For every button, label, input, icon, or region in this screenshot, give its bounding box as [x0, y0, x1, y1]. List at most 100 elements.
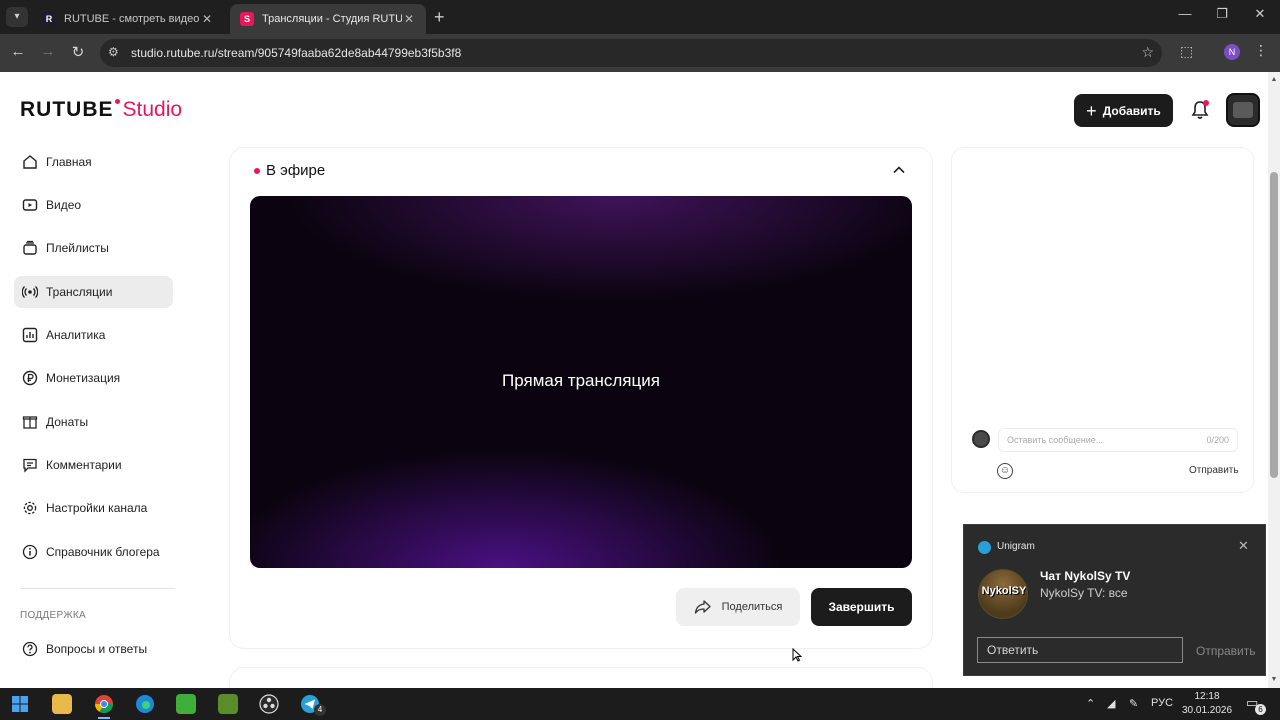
obs-icon[interactable]: [259, 694, 279, 714]
finish-stream-button[interactable]: Завершить: [811, 588, 912, 626]
donate-icon: [21, 413, 39, 431]
file-explorer-icon[interactable]: [52, 694, 72, 714]
avatar-text: NykolSY: [981, 585, 1027, 597]
sidebar-item-label: Монетизация: [46, 371, 121, 385]
rutube-favicon-icon: R: [42, 12, 56, 26]
sidebar-item-faq[interactable]: Вопросы и ответы: [14, 633, 173, 665]
minecraft-launcher-icon[interactable]: [176, 694, 196, 714]
browser-tab-rutube[interactable]: R RUTUBE - смотреть видео онлайн ✕: [32, 4, 224, 34]
sidebar-item-label: Настройки канала: [46, 501, 148, 515]
minimize-icon[interactable]: —: [1170, 6, 1200, 21]
window-close-icon[interactable]: ✕: [1245, 6, 1275, 22]
chrome-icon[interactable]: [94, 694, 114, 714]
tab-title: RUTUBE - смотреть видео онлайн: [64, 13, 200, 25]
windows-start-icon[interactable]: [10, 694, 30, 714]
unigram-notification[interactable]: Unigram ✕ NykolSY Чат NykolSy TV NykolSy…: [963, 524, 1266, 676]
notification-message: NykolSy TV: все: [1040, 586, 1128, 600]
sidebar-item-label: Видео: [46, 198, 82, 212]
tab-close-icon[interactable]: ✕: [402, 12, 416, 26]
sidebar-divider: [20, 588, 175, 589]
live-indicator-dot: [254, 168, 260, 174]
chevron-up-icon[interactable]: [891, 162, 907, 178]
sidebar-item-video[interactable]: Видео: [14, 189, 173, 221]
reload-icon[interactable]: ↻: [68, 43, 88, 61]
share-button-label: Поделиться: [721, 601, 783, 613]
notification-dot: [1203, 100, 1209, 106]
mouse-cursor-icon: [792, 648, 802, 662]
telegram-badge: 4: [314, 704, 326, 716]
network-icon[interactable]: ◢: [1107, 697, 1115, 710]
minecraft-icon[interactable]: [218, 694, 238, 714]
sidebar-item-donations[interactable]: Донаты: [14, 406, 173, 438]
page-scrollbar[interactable]: ▲ ▼: [1268, 72, 1280, 688]
address-bar[interactable]: ⚙ studio.rutube.ru/stream/905749faaba62d…: [100, 39, 1162, 67]
gear-icon: [21, 499, 39, 517]
channel-avatar[interactable]: [1226, 93, 1260, 127]
sidebar-item-monetization[interactable]: Монетизация: [14, 362, 173, 394]
sidebar-item-label: Главная: [46, 155, 92, 169]
notification-close-icon[interactable]: ✕: [1238, 538, 1249, 554]
rutube-studio-logo[interactable]: RUTUBE Studio: [20, 98, 182, 122]
new-tab-button[interactable]: +: [434, 7, 445, 27]
notification-center-badge: 6: [1255, 704, 1266, 715]
clock-date: 30.01.2026: [1182, 705, 1233, 716]
live-stream-card: В эфире Прямая трансляция Поделиться Зав…: [230, 148, 932, 648]
video-icon: [21, 196, 39, 214]
browser-tab-studio[interactable]: S Трансляции - Студия RUTUBE ✕: [230, 4, 426, 34]
back-arrow-icon[interactable]: ←: [8, 43, 28, 60]
extensions-icon[interactable]: ⬚: [1180, 43, 1193, 60]
sidebar-item-channel-settings[interactable]: Настройки канала: [14, 492, 173, 524]
sidebar-item-label: Вопросы и ответы: [46, 642, 148, 656]
maximize-icon[interactable]: ❐: [1207, 6, 1237, 22]
add-button-label: Добавить: [1102, 103, 1161, 118]
avatar-face: [1233, 102, 1253, 118]
chat-send-button[interactable]: Отправить: [1189, 465, 1239, 476]
sidebar-item-broadcasts[interactable]: Трансляции: [14, 276, 173, 308]
tab-title: Трансляции - Студия RUTUBE: [262, 13, 402, 25]
share-icon: [694, 600, 711, 614]
sidebar-item-home[interactable]: Главная: [14, 146, 173, 178]
browser-menu-icon[interactable]: ⋮: [1254, 42, 1268, 59]
chat-avatar-image: NykolSY: [978, 569, 1028, 619]
scrollbar-thumb[interactable]: [1270, 172, 1278, 478]
tab-list-button[interactable]: ▾: [6, 7, 28, 27]
support-section-title: ПОДДЕРЖКА: [20, 610, 86, 621]
home-icon: [21, 153, 39, 171]
add-button[interactable]: + Добавить: [1074, 94, 1173, 127]
sidebar-item-comments[interactable]: Комментарии: [14, 449, 173, 481]
info-icon: [21, 543, 39, 561]
next-section-card: [230, 668, 932, 688]
playlist-icon: [21, 239, 39, 257]
emoji-icon[interactable]: ☺: [997, 463, 1013, 479]
tab-close-icon[interactable]: ✕: [200, 12, 214, 26]
question-icon: [21, 640, 39, 658]
studio-favicon-icon: S: [240, 12, 254, 26]
sidebar-item-blogger-guide[interactable]: Справочник блогера: [14, 536, 173, 568]
plus-icon: +: [1086, 100, 1097, 121]
share-button[interactable]: Поделиться: [676, 588, 800, 626]
broadcast-icon: [21, 283, 39, 301]
bookmark-star-icon[interactable]: ☆: [1141, 44, 1154, 61]
language-indicator[interactable]: РУС: [1151, 697, 1173, 709]
player-label: Прямая трансляция: [502, 371, 660, 390]
site-info-icon[interactable]: ⚙: [108, 45, 119, 59]
profile-avatar[interactable]: N: [1224, 44, 1240, 60]
sidebar-item-label: Плейлисты: [46, 241, 109, 255]
forward-arrow-icon[interactable]: →: [38, 43, 58, 60]
clock-time: 12:18: [1194, 691, 1220, 702]
scroll-up-icon[interactable]: ▲: [1268, 76, 1280, 83]
live-status-title: В эфире: [266, 162, 326, 179]
notification-reply-input[interactable]: Ответить: [977, 637, 1183, 663]
chat-message-input[interactable]: Оставить сообщение... 0/200: [998, 428, 1238, 452]
edge-icon[interactable]: [135, 694, 155, 714]
pen-icon[interactable]: ✎: [1129, 697, 1138, 710]
stream-player[interactable]: Прямая трансляция: [250, 196, 912, 568]
scroll-down-icon[interactable]: ▼: [1268, 676, 1280, 683]
sidebar-item-analytics[interactable]: Аналитика: [14, 319, 173, 351]
notification-send-button[interactable]: Отправить: [1196, 644, 1256, 658]
system-clock[interactable]: 12:18 30.01.2026: [1182, 690, 1232, 718]
sidebar-item-playlists[interactable]: Плейлисты: [14, 232, 173, 264]
ruble-icon: [21, 369, 39, 387]
logo-dot: [114, 99, 120, 104]
tray-chevron-icon[interactable]: ⌃: [1086, 697, 1095, 710]
